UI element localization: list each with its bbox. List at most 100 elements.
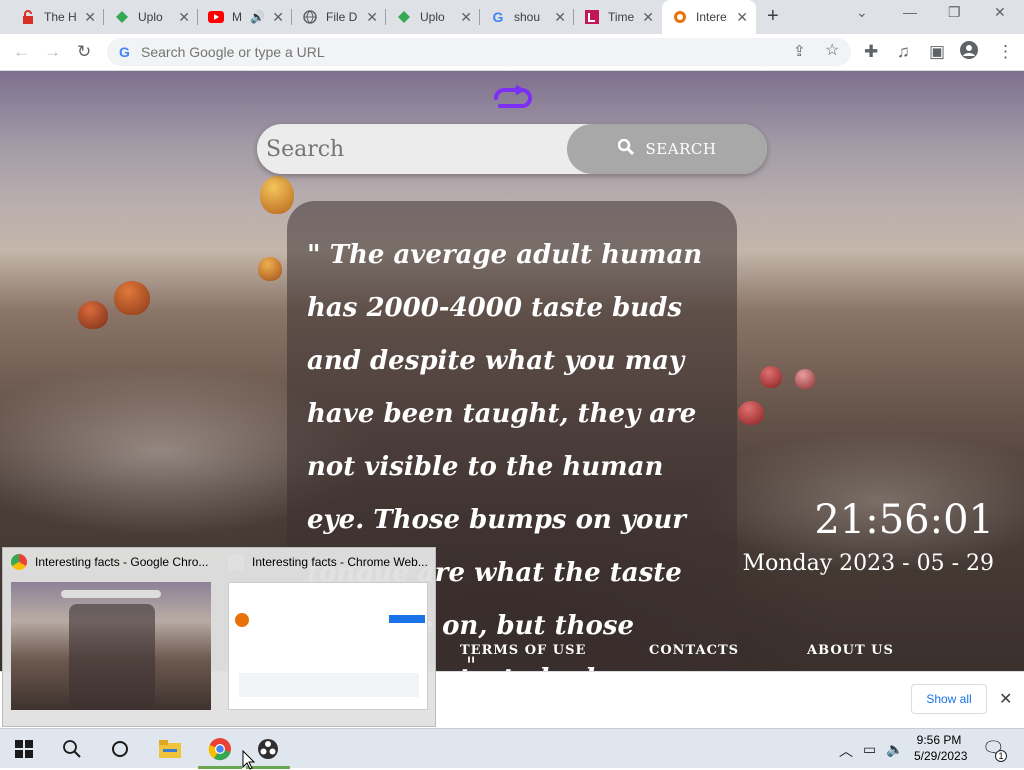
tab-5[interactable]: Uplo ✕ [386,0,480,34]
close-icon[interactable]: ✕ [366,10,378,24]
system-clock[interactable]: 9:56 PM 5/29/2023 [914,732,968,764]
search-button[interactable]: SEARCH [567,124,767,174]
balloon-image [258,257,282,281]
show-hidden-icons-chevron-icon[interactable]: ︿ [839,741,853,761]
tab-1[interactable]: The H ✕ [10,0,104,34]
upload-green-icon [396,9,412,25]
tab-title: File D [326,10,358,24]
forward-arrow-icon[interactable]: → [44,41,61,63]
reload-icon[interactable]: ↻ [77,41,91,63]
footer-about-link[interactable]: ABOUT US [807,643,894,658]
footer-terms-link[interactable]: TERMS OF USE [460,643,586,658]
system-time: 9:56 PM [916,733,962,747]
balloon-image [760,366,782,388]
clock-date: Monday 2023 - 05 - 29 [742,551,994,576]
close-icon[interactable]: ✕ [84,10,96,24]
tab-title: The H [44,10,77,24]
omnibox[interactable]: G ⇪ ☆ [107,38,851,66]
interesting-facts-icon [672,9,688,25]
folder-icon [159,740,181,758]
omnibox-input[interactable] [141,42,741,62]
chrome-icon [208,738,231,761]
windows-taskbar: ︿ ▭ 🔈 9:56 PM 5/29/2023 🗨 1 [0,728,1024,769]
tab-title: Time [608,10,635,24]
new-tab-button[interactable]: + [767,6,779,26]
time-icon [584,9,600,25]
obs-icon [258,739,278,759]
tab-title: Uplo [138,10,163,24]
close-icon[interactable]: ✕ [999,689,1012,709]
bookmark-star-icon[interactable]: ☆ [825,40,839,62]
chrome-web-store-icon [228,554,244,570]
tab-7[interactable]: Time ✕ [574,0,662,34]
side-panel-icon[interactable]: ▣ [929,41,945,63]
thumbnail-image [11,582,211,710]
lock-red-icon [20,9,36,25]
cortana-circle-icon [112,741,128,757]
profile-avatar-icon[interactable] [960,41,978,65]
thumbnail-title: Interesting facts - Chrome Web... [228,554,428,570]
close-icon[interactable]: ✕ [272,10,284,24]
google-icon: G [492,9,504,25]
thumbnail-card [69,604,155,710]
balloon-image [78,301,108,329]
back-arrow-icon[interactable]: ← [13,41,30,63]
close-icon[interactable]: ✕ [178,10,190,24]
chrome-icon [11,554,27,570]
tab-title: Intere [696,10,727,24]
volume-icon[interactable]: 🔈 [886,741,903,758]
search-icon [617,138,634,159]
thumbnail-extension-logo [235,613,249,627]
network-icon[interactable]: ▭ [863,741,876,758]
footer-contacts-link[interactable]: CONTACTS [649,643,739,658]
thumbnail-title-text: Interesting facts - Chrome Web... [252,555,428,569]
thumbnail-add-button [389,615,425,623]
minimize-button[interactable]: — [903,4,917,20]
media-control-icon[interactable]: ♫ [897,41,910,63]
tab-4[interactable]: File D ✕ [292,0,386,34]
file-explorer-button[interactable] [146,729,194,769]
tab-3[interactable]: M 🔊 ✕ [198,0,292,34]
search-icon [63,740,81,758]
window-thumbnail-1[interactable]: Interesting facts - Google Chro... [3,548,220,728]
search-button[interactable] [48,729,96,769]
google-icon: G [119,44,130,60]
windows-logo-icon [15,740,33,758]
close-window-button[interactable]: ✕ [994,4,1006,21]
tab-6[interactable]: G shou ✕ [480,0,574,34]
tab-title: M [232,10,242,24]
globe-icon [302,9,318,25]
taskbar-preview-popup: Interesting facts - Google Chro... Inter… [2,547,436,727]
thumbnail-image [228,582,428,710]
mouse-cursor-icon [242,750,256,770]
tab-title: shou [514,10,541,24]
window-thumbnail-2[interactable]: Interesting facts - Chrome Web... [220,548,437,728]
system-date: 5/29/2023 [914,749,968,763]
thumbnail-row [239,673,419,697]
close-icon[interactable]: ✕ [460,10,472,24]
close-icon[interactable]: ✕ [736,10,748,24]
balloon-image [795,369,815,389]
share-icon[interactable]: ⇪ [793,41,806,63]
menu-kebab-icon[interactable]: ⋮ [997,41,1014,63]
refresh-logo-icon[interactable] [490,84,534,116]
speaker-icon[interactable]: 🔊 [250,10,265,24]
tab-search-chevron-icon[interactable]: ⌄ [856,4,868,21]
cortana-button[interactable] [96,729,144,769]
tab-2[interactable]: Uplo ✕ [104,0,198,34]
search-bar: SEARCH [257,124,767,174]
notification-count-badge: 1 [995,750,1007,762]
restore-button[interactable]: ❐ [948,4,961,21]
chrome-taskbar-button[interactable] [196,729,244,769]
browser-toolbar: ← → ↻ G ⇪ ☆ ✚ ♫ ▣ ⋮ [0,34,1024,71]
tab-8-active[interactable]: Intere ✕ [662,0,756,34]
show-all-button[interactable]: Show all [911,684,987,714]
search-input[interactable] [266,134,556,164]
youtube-icon [208,9,224,25]
tab-strip: The H ✕ Uplo ✕ M 🔊 ✕ File D ✕ Uplo ✕ G s… [0,0,1024,34]
close-icon[interactable]: ✕ [554,10,566,24]
extensions-puzzle-icon[interactable]: ✚ [864,41,878,63]
close-icon[interactable]: ✕ [642,10,654,24]
search-button-label: SEARCH [645,140,717,158]
start-button[interactable] [0,729,48,769]
